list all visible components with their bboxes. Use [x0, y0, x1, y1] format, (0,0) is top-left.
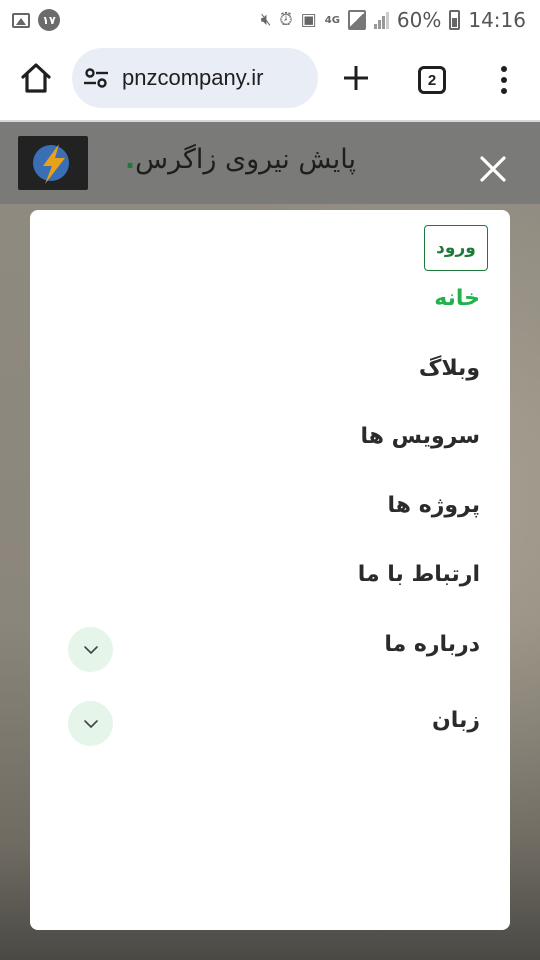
close-icon[interactable] — [478, 154, 508, 184]
site-title[interactable]: پایش نیروی زاگرس. — [125, 144, 356, 175]
site-settings-icon[interactable] — [82, 64, 110, 92]
menu-item-about[interactable]: درباره ما — [384, 632, 480, 657]
menu-item-projects[interactable]: پروژه ها — [388, 493, 480, 518]
status-bar-notifications: ۱۷ — [12, 9, 60, 31]
gallery-notification-icon — [12, 12, 30, 28]
notification-badge-icon: ۱۷ — [38, 9, 60, 31]
status-bar: ۱۷ 🔇︎ ⏰︎ ▣ 4G 60% 14:16 — [0, 0, 540, 40]
mute-icon: 🔇︎ — [260, 9, 272, 30]
alarm-icon: ⏰︎ — [279, 9, 293, 30]
menu-item-home[interactable]: خانه — [434, 286, 480, 311]
network-type-icon: 4G — [324, 14, 340, 26]
browser-toolbar: pnzcompany.ir 2 — [0, 40, 540, 120]
chevron-down-icon — [83, 719, 98, 728]
battery-icon — [449, 10, 461, 30]
about-expand-button[interactable] — [68, 627, 113, 672]
menu-item-services[interactable]: سرویس ها — [360, 424, 480, 449]
nfc-icon: ▣ — [300, 9, 317, 30]
tab-switcher-button[interactable]: 2 — [418, 66, 446, 94]
chevron-down-icon — [83, 645, 98, 654]
login-button[interactable]: ورود — [424, 225, 488, 271]
new-tab-plus-icon[interactable] — [340, 62, 372, 94]
lightning-logo-icon — [33, 144, 69, 184]
overflow-menu-icon[interactable] — [496, 64, 512, 96]
menu-item-contact[interactable]: ارتباط با ما — [358, 562, 480, 587]
battery-percent: 60% — [396, 8, 442, 32]
sim-icon — [347, 10, 366, 30]
signal-icon — [373, 11, 389, 29]
home-icon[interactable] — [18, 60, 54, 96]
menu-item-blog[interactable]: وبلاگ — [419, 356, 480, 381]
menu-item-language[interactable]: زبان — [432, 708, 480, 733]
site-logo[interactable] — [18, 136, 88, 190]
language-expand-button[interactable] — [68, 701, 113, 746]
address-bar[interactable]: pnzcompany.ir — [72, 48, 318, 108]
url-text: pnzcompany.ir — [122, 65, 264, 90]
clock: 14:16 — [468, 8, 526, 32]
status-bar-system: 🔇︎ ⏰︎ ▣ 4G 60% 14:16 — [261, 8, 526, 32]
mobile-menu-panel: ورود خانه وبلاگ سرویس ها پروژه ها ارتباط… — [30, 210, 510, 930]
site-header: پایش نیروی زاگرس. — [0, 120, 540, 204]
